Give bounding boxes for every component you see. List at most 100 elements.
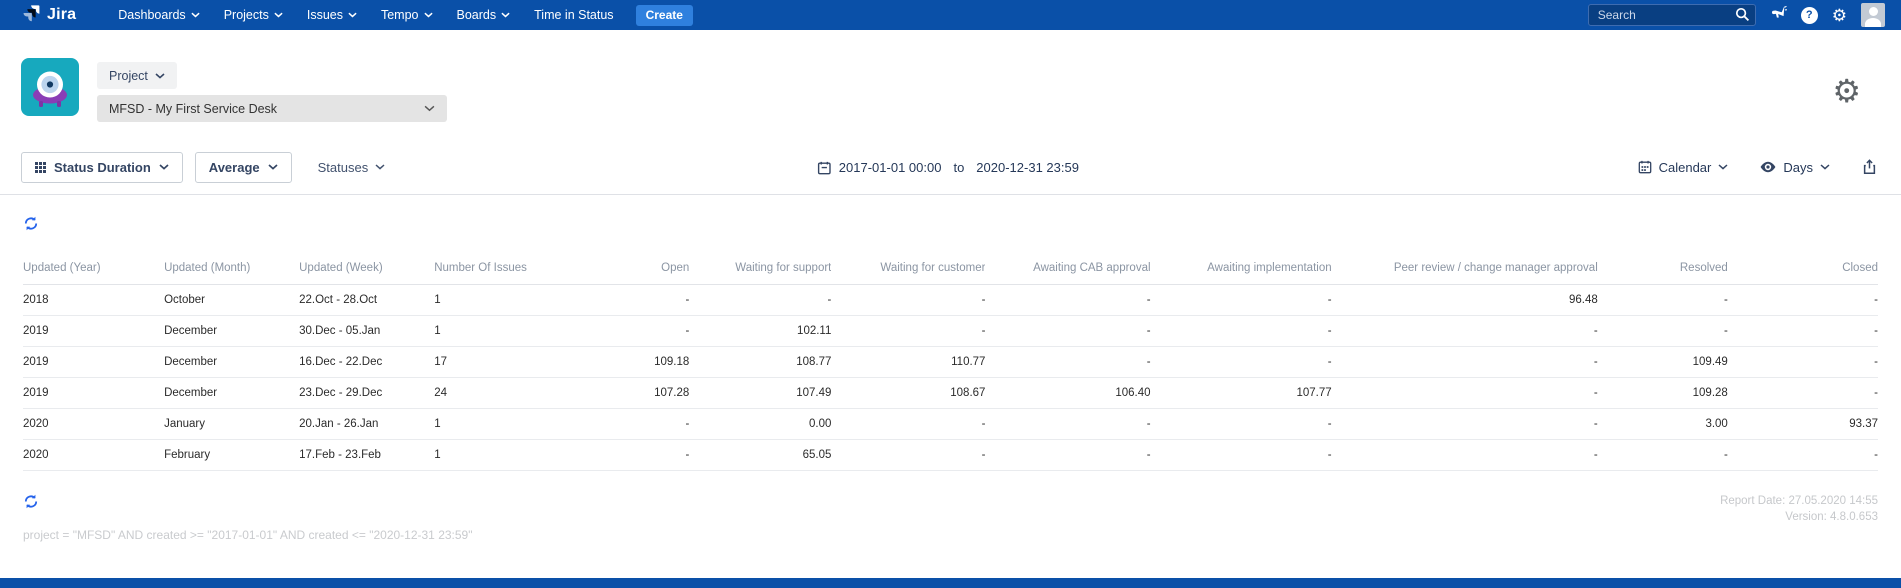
table-cell: January xyxy=(164,408,300,440)
table-row: 2019 December 23.Dec - 29.Dec 24 107.28 107.4… xyxy=(23,377,1878,409)
version-text: Version: 4.8.0.653 xyxy=(1785,511,1878,523)
megaphone-icon[interactable] xyxy=(1770,4,1787,26)
column-header: Awaiting implementation xyxy=(1150,249,1332,285)
toolbar-right-group: Calendar Days xyxy=(1638,159,1877,175)
calendar-dropdown[interactable]: Calendar xyxy=(1638,160,1729,175)
gear-icon[interactable]: ⚙ xyxy=(1832,7,1847,24)
column-header: Open xyxy=(564,249,690,285)
table-cell: - xyxy=(1331,439,1598,471)
grid-icon xyxy=(35,161,46,173)
bottom-bar xyxy=(0,578,1901,588)
nav-item-tempo[interactable]: Tempo xyxy=(369,0,445,30)
user-avatar[interactable] xyxy=(1861,3,1885,27)
table-cell: 108.77 xyxy=(689,346,832,378)
table-cell: - xyxy=(1150,408,1332,440)
table-cell: - xyxy=(564,284,690,316)
eye-icon xyxy=(1760,161,1776,173)
report-settings-gear-icon[interactable]: ⚙ xyxy=(1832,75,1861,107)
table-cell: - xyxy=(1331,408,1598,440)
column-header: Updated (Month) xyxy=(164,249,300,285)
table-cell: - xyxy=(831,408,986,440)
chevron-down-icon xyxy=(191,12,200,18)
export-icon[interactable] xyxy=(1862,159,1877,175)
nav-item-boards[interactable]: Boards xyxy=(445,0,523,30)
refresh-icon[interactable] xyxy=(23,493,472,510)
chevron-down-icon xyxy=(1718,164,1728,170)
table-row: 2020 February 17.Feb - 23.Feb 1-65.05- - - - - - xyxy=(23,439,1878,471)
nav-item-dashboards[interactable]: Dashboards xyxy=(106,0,211,30)
report-footer: project = "MFSD" AND created >= "2017-01… xyxy=(23,493,1878,542)
column-header: Number Of Issues xyxy=(434,249,565,285)
table-row: 2020 January 20.Jan - 26.Jan 1-0.00- - - -3.00… xyxy=(23,408,1878,440)
table-row: 2018 October 22.Oct - 28.Oct 1- - - - -96.48- - xyxy=(23,284,1878,316)
statuses-dropdown[interactable]: Statuses xyxy=(318,160,386,175)
aggregation-button[interactable]: Average xyxy=(194,151,292,183)
time-unit-dropdown[interactable]: Days xyxy=(1760,160,1830,175)
table-cell: 93.37 xyxy=(1727,408,1878,440)
calendar-label: Calendar xyxy=(1658,159,1712,175)
table-cell: December xyxy=(164,346,300,378)
search-input[interactable] xyxy=(1587,4,1756,26)
table-cell: 20.Jan - 26.Jan xyxy=(299,408,435,440)
jql-query-text: project = "MFSD" AND created >= "2017-01… xyxy=(23,528,473,542)
table-cell: 107.28 xyxy=(564,377,690,409)
table-cell: 102.11 xyxy=(689,315,832,347)
table-cell: 109.28 xyxy=(1597,377,1728,409)
project-select[interactable]: MFSD - My First Service Desk xyxy=(97,95,447,122)
date-from: 2017-01-01 00:00 xyxy=(838,160,942,175)
table-cell: - xyxy=(1597,315,1728,347)
chevron-down-icon xyxy=(159,164,169,170)
table-cell: - xyxy=(985,408,1151,440)
table-cell: 107.77 xyxy=(1150,377,1332,409)
date-separator: to xyxy=(953,160,965,175)
chevron-down-icon xyxy=(348,12,357,18)
column-header: Waiting for customer xyxy=(831,249,986,285)
nav-item-issues[interactable]: Issues xyxy=(295,0,369,30)
date-range-picker[interactable]: 2017-01-01 00:00 to 2020-12-31 23:59 xyxy=(817,140,1079,195)
scope-selector[interactable]: Project xyxy=(97,62,177,89)
table-cell: 65.05 xyxy=(689,439,832,471)
table-cell: 1 xyxy=(434,315,565,347)
nav-right-group: ? ⚙ xyxy=(1587,3,1885,27)
table-cell: 1 xyxy=(434,439,565,471)
table-cell: - xyxy=(1727,439,1878,471)
refresh-icon[interactable] xyxy=(23,215,39,232)
table-cell: - xyxy=(1331,346,1598,378)
nav-item-time-in-status[interactable]: Time in Status xyxy=(522,0,625,30)
help-icon[interactable]: ? xyxy=(1800,6,1818,24)
report-toolbar: Status Duration Average Statuses 2017-01… xyxy=(0,140,1901,195)
chevron-down-icon xyxy=(274,12,283,18)
nav-item-label: Boards xyxy=(456,8,497,22)
table-cell: - xyxy=(564,315,690,347)
table-cell: - xyxy=(831,439,986,471)
table-header-row: Updated (Year) Updated (Month) Updated (We… xyxy=(23,249,1878,285)
column-header: Resolved xyxy=(1597,249,1728,285)
report-type-label: Status Duration xyxy=(54,159,151,175)
table-row: 2019 December 16.Dec - 22.Dec 17 109.18 108.7… xyxy=(23,346,1878,378)
search-icon[interactable] xyxy=(1735,7,1750,27)
table-cell: 2019 xyxy=(23,346,165,378)
table-cell: - xyxy=(1597,284,1728,316)
statuses-label: Statuses xyxy=(317,159,369,175)
chevron-down-icon xyxy=(424,105,435,112)
chevron-down-icon xyxy=(1820,164,1830,170)
table-cell: - xyxy=(1727,346,1878,378)
table-cell: - xyxy=(564,408,690,440)
table-cell: - xyxy=(1331,377,1598,409)
table-cell: December xyxy=(164,377,300,409)
ufo-icon xyxy=(33,71,67,107)
table-cell: 23.Dec - 29.Dec xyxy=(299,377,435,409)
column-header: Closed xyxy=(1727,249,1878,285)
table-cell: 16.Dec - 22.Dec xyxy=(299,346,435,378)
table-cell: 0.00 xyxy=(689,408,832,440)
table-cell: - xyxy=(831,284,986,316)
nav-item-projects[interactable]: Projects xyxy=(212,0,295,30)
report-type-button[interactable]: Status Duration xyxy=(21,151,183,183)
create-button[interactable]: Create xyxy=(635,4,693,26)
column-header: Updated (Week) xyxy=(299,249,435,285)
table-cell: 1 xyxy=(434,284,565,316)
project-avatar xyxy=(21,58,79,116)
jira-logo[interactable]: Jira xyxy=(22,3,76,27)
table-cell: 2020 xyxy=(23,408,165,440)
time-unit-label: Days xyxy=(1783,159,1813,175)
